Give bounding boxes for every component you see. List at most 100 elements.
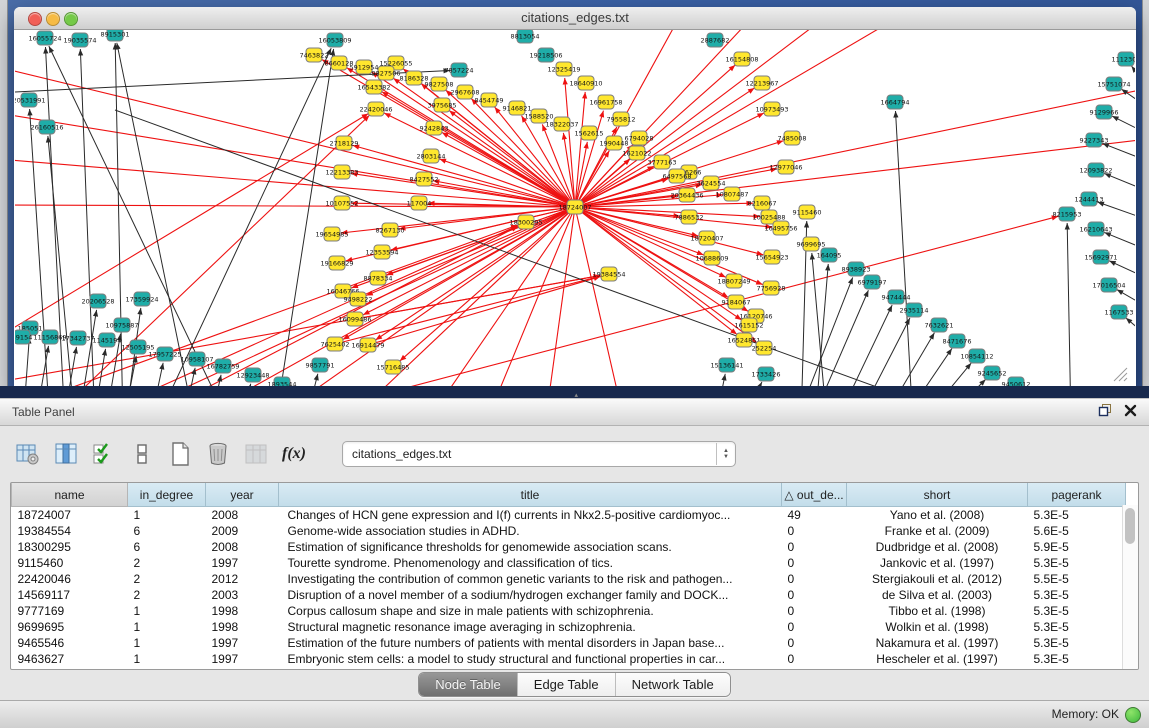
- table-cell[interactable]: 14569117: [12, 587, 128, 603]
- red-edge[interactable]: [575, 140, 1135, 207]
- red-edge[interactable]: [545, 207, 575, 387]
- table-cell[interactable]: Corpus callosum shape and size in male p…: [279, 603, 782, 619]
- network-canvas[interactable]: 1872400718300295193845547463822866012859…: [15, 30, 1135, 387]
- table-cell[interactable]: 5.3E-5: [1028, 587, 1126, 603]
- black-edge[interactable]: [855, 318, 910, 387]
- graph-node-10107552[interactable]: 10107552: [325, 196, 358, 210]
- red-edge[interactable]: [575, 207, 625, 387]
- table-cell[interactable]: 0: [782, 555, 847, 571]
- table-cell[interactable]: 1997: [206, 635, 279, 651]
- table-scrollbar[interactable]: [1122, 505, 1138, 669]
- graph-node-15716485[interactable]: 15716485: [376, 360, 409, 374]
- graph-node-9857791[interactable]: 9857791: [306, 358, 335, 372]
- graph-node-16053809[interactable]: 16053809: [318, 33, 351, 47]
- red-edge[interactable]: [575, 90, 1135, 207]
- tab-edge-table[interactable]: Edge Table: [518, 673, 616, 696]
- red-edge[interactable]: [575, 207, 763, 255]
- graph-node-8215953[interactable]: 8215953: [1053, 207, 1082, 221]
- table-row[interactable]: 1830029562008Estimation of significance …: [12, 539, 1126, 555]
- graph-node-16914479[interactable]: 16914479: [351, 338, 384, 352]
- graph-node-9115460[interactable]: 9115460: [793, 205, 822, 219]
- graph-node-8267130[interactable]: 8267130: [376, 223, 405, 237]
- table-cell[interactable]: de Silva et al. (2003): [847, 587, 1028, 603]
- black-edge[interactable]: [900, 348, 952, 387]
- table-cell[interactable]: Wolkin et al. (1998): [847, 619, 1028, 635]
- delete-table-icon[interactable]: [204, 440, 232, 468]
- table-row[interactable]: 969969511998Structural magnetic resonanc…: [12, 619, 1126, 635]
- graph-node-8878334[interactable]: 8878334: [364, 271, 393, 285]
- black-edge[interactable]: [305, 374, 318, 387]
- table-cell[interactable]: 5.9E-5: [1028, 539, 1126, 555]
- graph-node-9245652[interactable]: 9245652: [978, 366, 1007, 380]
- graph-node-2887682[interactable]: 2887682: [701, 33, 730, 47]
- table-cell[interactable]: 1: [128, 507, 206, 524]
- table-cell[interactable]: Yano et al. (2008): [847, 507, 1028, 524]
- graph-node-16055724[interactable]: 16055724: [28, 31, 61, 45]
- graph-node-8813054[interactable]: 8813054: [511, 30, 540, 43]
- table-cell[interactable]: Structural magnetic resonance image aver…: [279, 619, 782, 635]
- black-edge[interactable]: [155, 48, 331, 387]
- column-header-out_de[interactable]: △ out_de...: [782, 483, 847, 507]
- graph-node-1244413[interactable]: 1244413: [1075, 192, 1104, 206]
- table-cell[interactable]: 6: [128, 539, 206, 555]
- table-cell[interactable]: Estimation of the future numbers of pati…: [279, 635, 782, 651]
- graph-node-16154808[interactable]: 16154808: [725, 52, 758, 66]
- graph-node-10975887[interactable]: 10975887: [105, 318, 138, 332]
- table-select-dropdown[interactable]: citations_edges.txt ▲▼: [342, 441, 736, 467]
- table-cell[interactable]: 5.3E-5: [1028, 619, 1126, 635]
- graph-node-15751074[interactable]: 15751074: [1097, 77, 1130, 91]
- red-edge[interactable]: [565, 78, 575, 207]
- graph-node-20531991[interactable]: 20531991: [15, 93, 46, 107]
- graph-node-17016504[interactable]: 17016504: [1092, 278, 1125, 292]
- graph-node-15136141[interactable]: 15136141: [710, 358, 743, 372]
- table-cell[interactable]: 2: [128, 555, 206, 571]
- table-cell[interactable]: Dudbridge et al. (2008): [847, 539, 1028, 555]
- black-edge[interactable]: [275, 49, 334, 387]
- table-cell[interactable]: 5.3E-5: [1028, 635, 1126, 651]
- red-edge[interactable]: [15, 115, 575, 207]
- table-cell[interactable]: 1998: [206, 619, 279, 635]
- column-visibility-icon[interactable]: [52, 440, 80, 468]
- black-edge[interactable]: [30, 109, 50, 387]
- table-cell[interactable]: 0: [782, 523, 847, 539]
- table-cell[interactable]: 2008: [206, 539, 279, 555]
- table-cell[interactable]: 9465546: [12, 635, 128, 651]
- new-table-icon[interactable]: [166, 440, 194, 468]
- column-header-pagerank[interactable]: pagerank: [1028, 483, 1126, 507]
- table-cell[interactable]: 0: [782, 539, 847, 555]
- table-cell[interactable]: 5.6E-5: [1028, 523, 1126, 539]
- table-row[interactable]: 1456911722003Disruption of a novel membe…: [12, 587, 1126, 603]
- column-header-short[interactable]: short: [847, 483, 1028, 507]
- graph-node-1145194[interactable]: 1145194: [93, 333, 122, 347]
- graph-node-2718129[interactable]: 2718129: [330, 136, 359, 150]
- table-cell[interactable]: 5.3E-5: [1028, 651, 1126, 667]
- table-cell[interactable]: 22420046: [12, 571, 128, 587]
- table-cell[interactable]: Tourette syndrome. Phenomenology and cla…: [279, 555, 782, 571]
- table-cell[interactable]: 2012: [206, 571, 279, 587]
- import-table-icon-disabled[interactable]: [242, 440, 270, 468]
- graph-node-8915301[interactable]: 8915301: [101, 30, 130, 41]
- column-header-year[interactable]: year: [206, 483, 279, 507]
- table-cell[interactable]: 0: [782, 603, 847, 619]
- table-cell[interactable]: 0: [782, 571, 847, 587]
- graph-node-3975685[interactable]: 3975685: [428, 98, 457, 112]
- graph-node-12977046[interactable]: 12977046: [769, 160, 802, 174]
- table-row[interactable]: 2242004622012Investigating the contribut…: [12, 571, 1126, 587]
- table-row[interactable]: 946362711997Embryonic stem cells: a mode…: [12, 651, 1126, 667]
- network-window-titlebar[interactable]: citations_edges.txt: [14, 7, 1136, 30]
- red-edge[interactable]: [15, 114, 368, 330]
- graph-node-9184067[interactable]: 9184067: [722, 295, 751, 309]
- graph-node-8471676[interactable]: 8471676: [943, 334, 972, 348]
- graph-node-9699695[interactable]: 9699695: [797, 237, 826, 251]
- table-cell[interactable]: 0: [782, 587, 847, 603]
- network-view-window[interactable]: citations_edges.txt 18724007183002951938…: [14, 7, 1136, 388]
- function-builder-icon[interactable]: f(x): [280, 440, 308, 468]
- column-header-name[interactable]: name: [12, 483, 128, 507]
- black-edge[interactable]: [78, 310, 97, 387]
- graph-node-12325419[interactable]: 12325419: [547, 62, 580, 76]
- graph-node-1733426[interactable]: 1733426: [752, 367, 781, 381]
- graph-node-17359924[interactable]: 17359924: [125, 292, 158, 306]
- table-cell[interactable]: Hescheler et al. (1997): [847, 651, 1028, 667]
- black-edge[interactable]: [117, 43, 195, 387]
- graph-node-3624554[interactable]: 3624554: [697, 176, 726, 190]
